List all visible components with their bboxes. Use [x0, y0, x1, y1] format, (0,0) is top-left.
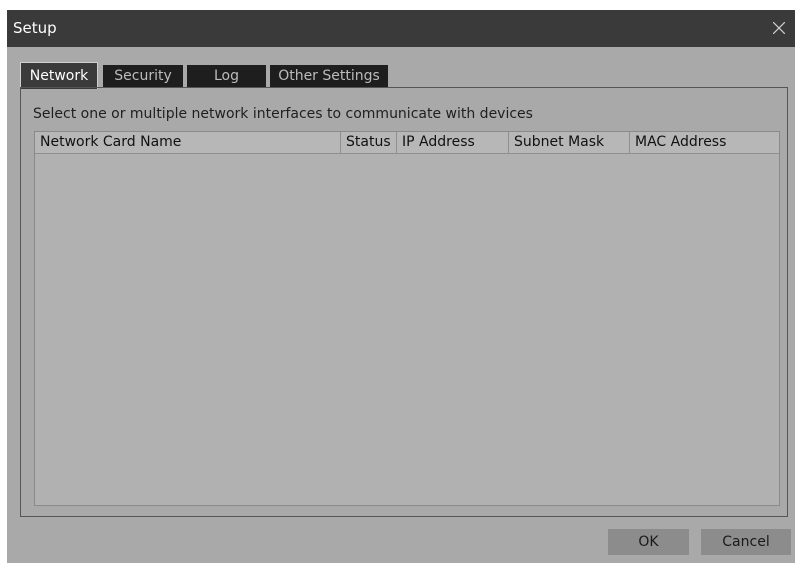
tab-log[interactable]: Log — [187, 65, 266, 88]
close-icon — [773, 22, 785, 34]
title-bar: Setup — [7, 10, 795, 47]
setup-dialog: Setup Network Security Log Other Setting… — [7, 10, 795, 563]
cancel-button[interactable]: Cancel — [701, 529, 791, 555]
tab-security[interactable]: Security — [103, 65, 183, 88]
network-interfaces-table[interactable]: Network Card Name Status IP Address Subn… — [34, 131, 780, 506]
tab-network[interactable]: Network — [20, 62, 98, 89]
column-header-status[interactable]: Status — [341, 132, 397, 153]
close-button[interactable] — [761, 10, 795, 47]
column-header-ip-address[interactable]: IP Address — [397, 132, 509, 153]
window-title: Setup — [13, 19, 57, 37]
instructions-text: Select one or multiple network interface… — [33, 106, 533, 122]
tab-other-settings[interactable]: Other Settings — [270, 65, 388, 88]
column-header-mac-address[interactable]: MAC Address — [630, 132, 779, 153]
table-header: Network Card Name Status IP Address Subn… — [35, 132, 779, 154]
ok-button[interactable]: OK — [608, 529, 689, 555]
column-header-network-card-name[interactable]: Network Card Name — [35, 132, 341, 153]
column-header-subnet-mask[interactable]: Subnet Mask — [509, 132, 630, 153]
